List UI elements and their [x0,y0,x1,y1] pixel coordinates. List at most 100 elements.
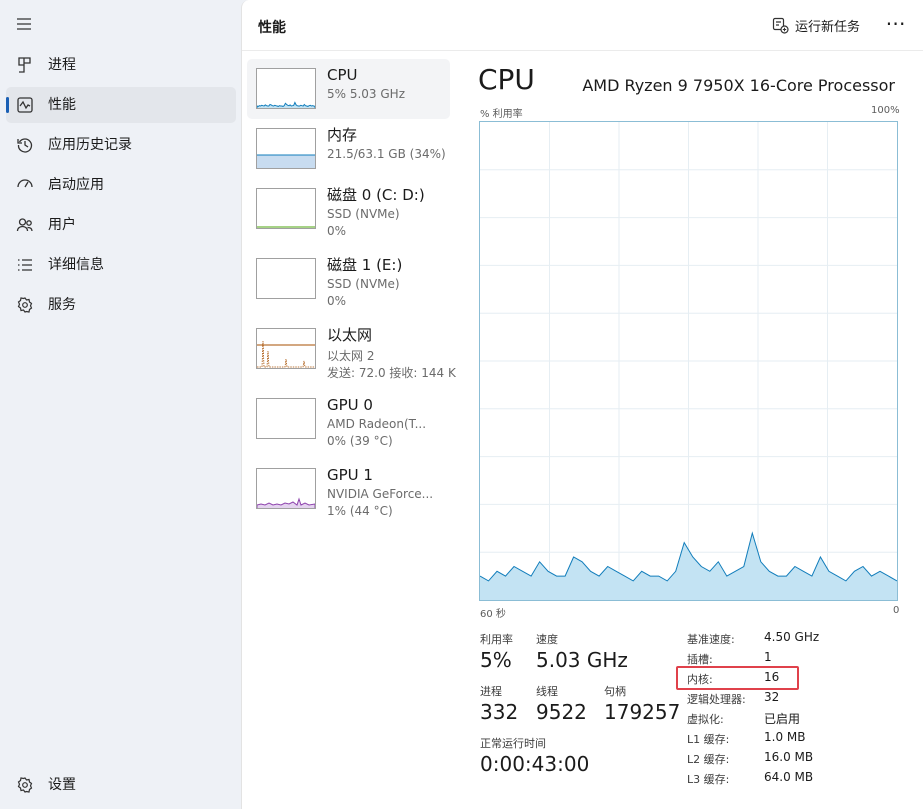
l2-cache-value: 16.0 MB [764,750,814,764]
disk-0-thumbnail [256,188,316,229]
resource-name: GPU 1 [327,466,373,484]
graph-x-right: 0 [893,605,900,616]
nav-item-label: 应用历史记录 [48,137,132,153]
nav-item-performance[interactable]: 性能 [6,87,236,123]
speed-label: 速度 [536,633,558,646]
resource-detail: 以太网 2 [327,349,375,363]
resource-usage: 0% [327,224,347,238]
speed-value: 5.03 GHz [536,648,628,672]
sockets-key: 插槽: [687,653,713,666]
resource-detail: SSD (NVMe) [327,277,400,291]
handles-value: 179257 [604,700,681,724]
l1-cache-key: L1 缓存: [687,733,730,746]
virtualization-key: 虚拟化: [687,713,724,726]
graph-x-left: 60 秒 [480,609,506,620]
logical-processors-key: 逻辑处理器: [687,693,746,706]
nav-item-label: 服务 [48,297,76,313]
run-task-icon [772,17,789,34]
page-title: 性能 [258,20,286,36]
nav-item-settings[interactable]: 设置 [6,767,236,803]
resource-name: 磁盘 0 (C: D:) [327,186,425,204]
utilization-label: 利用率 [480,633,513,646]
nav-item-label: 启动应用 [48,177,104,193]
l2-cache-key: L2 缓存: [687,753,730,766]
resource-name: CPU [327,66,358,84]
resource-item-disk-0[interactable]: 磁盘 0 (C: D:) SSD (NVMe) 0% [247,179,450,239]
run-task-label: 运行新任务 [795,19,861,35]
cpu-thumbnail [256,68,316,109]
resource-detail: 21.5/63.1 GB (34%) [327,147,446,161]
detail-title: CPU [478,63,535,96]
hamburger-menu-icon[interactable] [14,14,34,34]
l3-cache-key: L3 缓存: [687,773,730,786]
uptime-label: 正常运行时间 [480,737,546,750]
sockets-value: 1 [764,650,772,664]
utilization-value: 5% [480,648,512,672]
virtualization-value: 已启用 [764,712,801,726]
nav-item-label: 进程 [48,57,76,73]
resource-usage: 1% (44 °C) [327,504,393,518]
nav-item-label: 用户 [48,217,76,233]
header-bar: 性能 运行新任务 ⋯ [242,0,923,51]
resource-item-ethernet[interactable]: 以太网 以太网 2 发送: 72.0 接收: 144 K [247,319,456,380]
resource-name: GPU 0 [327,396,373,414]
graph-y-max: 100% [871,105,900,116]
resource-item-disk-1[interactable]: 磁盘 1 (E:) SSD (NVMe) 0% [247,249,450,309]
resource-name: 以太网 [327,326,373,344]
resource-detail: AMD Radeon(T... [327,417,427,431]
main-panel: 性能 运行新任务 ⋯ CPU 5% 5.03 GHz 内存 21.5/63.1 … [241,0,923,809]
nav-item-details[interactable]: 详细信息 [6,247,236,283]
cpu-model-name: AMD Ryzen 9 7950X 16-Core Processor [582,76,895,95]
graph-y-label: % 利用率 [480,109,523,120]
resource-name: 内存 [327,126,358,144]
nav-item-app-history[interactable]: 应用历史记录 [6,127,236,163]
cpu-utilization-graph [479,121,898,601]
sidebar: 进程 性能 应用历史记录 启动应用 用户 详细信息 服务 设置 [0,0,241,809]
resource-usage: 0% [327,294,347,308]
handles-label: 句柄 [604,685,626,698]
gear-icon [17,777,33,793]
users-icon [16,218,33,232]
gpu-1-thumbnail [256,468,316,509]
resource-detail: 5% 5.03 GHz [327,87,406,101]
gpu-0-thumbnail [256,398,316,439]
nav-item-label: 性能 [48,97,76,113]
details-icon [18,259,32,271]
disk-1-thumbnail [256,258,316,299]
processes-label: 进程 [480,685,502,698]
resource-item-gpu-1[interactable]: GPU 1 NVIDIA GeForce... 1% (44 °C) [247,459,450,519]
threads-label: 线程 [536,685,558,698]
resource-item-memory[interactable]: 内存 21.5/63.1 GB (34%) [247,119,450,179]
ethernet-thumbnail [256,328,316,369]
resource-name: 磁盘 1 (E:) [327,256,403,274]
logical-processors-value: 32 [764,690,780,704]
l3-cache-value: 64.0 MB [764,770,814,784]
nav-item-users[interactable]: 用户 [6,207,236,243]
threads-value: 9522 [536,700,587,724]
nav-item-startup-apps[interactable]: 启动应用 [6,167,236,203]
processes-value: 332 [480,700,519,724]
settings-label: 设置 [48,777,76,793]
nav-item-services[interactable]: 服务 [6,287,236,323]
resource-usage: 0% (39 °C) [327,434,393,448]
performance-icon [17,97,33,113]
more-options-button[interactable]: ⋯ [882,12,910,40]
resource-detail: SSD (NVMe) [327,207,400,221]
services-icon [17,297,33,313]
resource-detail: NVIDIA GeForce... [327,487,434,501]
processes-icon [18,57,31,73]
l1-cache-value: 1.0 MB [764,730,806,744]
resource-item-gpu-0[interactable]: GPU 0 AMD Radeon(T... 0% (39 °C) [247,389,450,449]
base-speed-value: 4.50 GHz [764,630,820,644]
startup-icon [17,179,33,188]
active-indicator [6,97,9,113]
nav-item-processes[interactable]: 进程 [6,47,236,83]
run-new-task-button[interactable]: 运行新任务 [772,13,860,37]
memory-thumbnail [256,128,316,169]
base-speed-key: 基准速度: [687,633,735,646]
resource-usage: 发送: 72.0 接收: 144 K [327,366,456,380]
resource-item-cpu[interactable]: CPU 5% 5.03 GHz [247,59,450,119]
uptime-value: 0:00:43:00 [480,752,590,776]
cores-highlight-box [676,666,799,690]
nav-item-label: 详细信息 [48,257,104,273]
